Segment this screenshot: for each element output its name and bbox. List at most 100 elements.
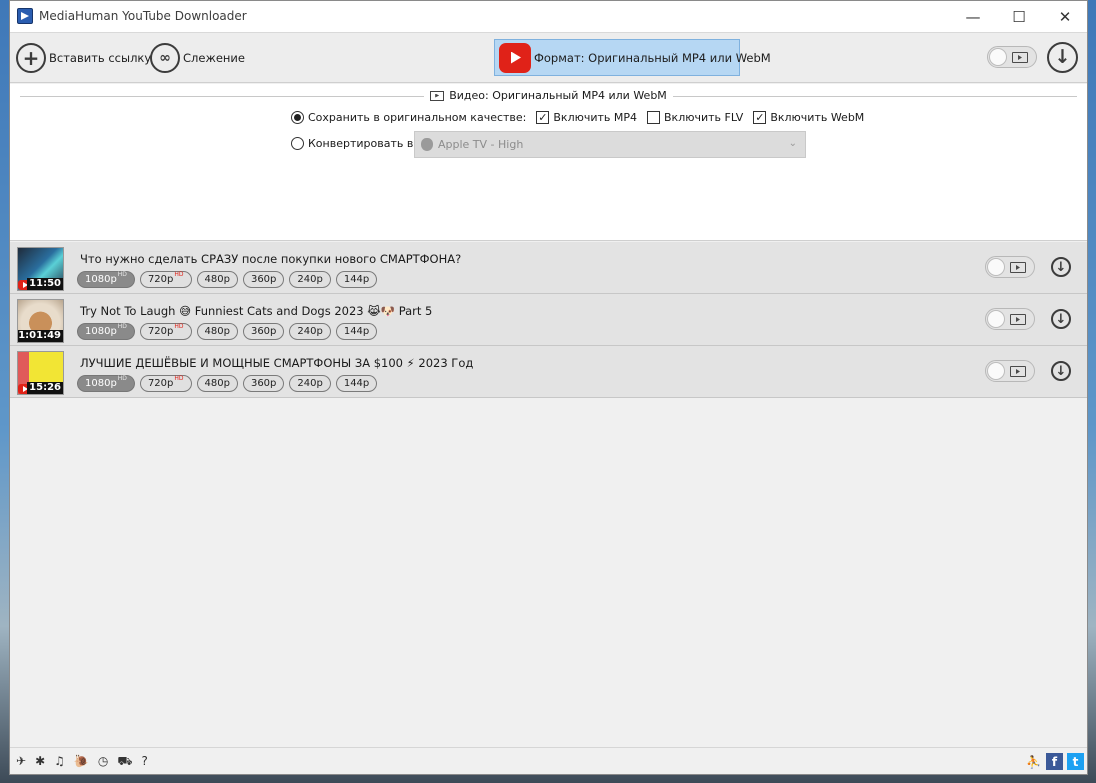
minimize-button[interactable]: — [950, 1, 996, 32]
arrow-down-icon: ↓ [1054, 46, 1071, 68]
chevron-down-icon: ⌄ [788, 138, 797, 149]
quality-240p[interactable]: 240p [289, 375, 331, 392]
quality-label: 240p [297, 326, 323, 337]
music-note-icon[interactable]: ♫ [54, 754, 65, 770]
video-title: Try Not To Laugh 😅 Funniest Cats and Dog… [80, 304, 433, 318]
snail-icon[interactable]: 🐌 [74, 754, 89, 770]
send-icon[interactable]: ✈ [16, 754, 26, 770]
format-label: Формат: Оригинальный MP4 или WebM [534, 50, 771, 65]
video-duration: 11:50 [27, 278, 63, 290]
binoculars-icon: ∞ [150, 43, 180, 73]
download-button[interactable]: ↓ [1051, 257, 1071, 277]
clock-icon[interactable]: ◷ [98, 754, 108, 770]
quality-1080p[interactable]: 1080pHD [77, 323, 135, 340]
include-mp4-checkbox[interactable]: ✓ [536, 111, 550, 124]
twitter-icon[interactable]: t [1067, 753, 1084, 770]
download-button[interactable]: ↓ [1051, 309, 1071, 329]
paste-link-button[interactable]: + Вставить ссылку [16, 41, 151, 75]
convert-label: Конвертировать в: [308, 137, 418, 150]
video-title: Что нужно сделать СРАЗУ после покупки но… [80, 252, 462, 266]
quality-480p[interactable]: 480p [196, 375, 238, 392]
quality-144p[interactable]: 144p [335, 375, 378, 392]
quality-480p[interactable]: 480p [196, 323, 238, 340]
close-button[interactable]: ✕ [1042, 1, 1088, 32]
video-list-item[interactable]: 1:01:49 Try Not To Laugh 😅 Funniest Cats… [10, 294, 1087, 346]
quality-label: 1080p [85, 326, 117, 337]
hd-badge: HD [117, 271, 127, 278]
quality-label: 480p [204, 378, 230, 389]
quality-240p[interactable]: 240p [289, 323, 331, 340]
plus-icon: + [16, 43, 46, 73]
quality-1080p[interactable]: 1080pHD [77, 375, 135, 392]
convert-radio[interactable] [291, 137, 304, 150]
quality-1080p[interactable]: 1080pHD [77, 271, 135, 288]
quality-label: 240p [297, 274, 323, 285]
video-thumbnail: 1:01:49 [17, 299, 64, 343]
toggle-knob [987, 258, 1005, 276]
hd-badge: HD [117, 375, 127, 382]
download-all-button[interactable]: ↓ [1047, 42, 1078, 73]
video-only-toggle[interactable] [985, 256, 1035, 278]
download-button[interactable]: ↓ [1051, 361, 1071, 381]
tracking-label: Слежение [183, 51, 245, 65]
include-webm-label: Включить WebM [770, 111, 865, 124]
tracking-button[interactable]: ∞ Слежение [150, 41, 245, 75]
user-icon[interactable]: ⛹ [1025, 753, 1042, 770]
video-duration: 15:26 [27, 382, 63, 394]
toggle-knob [989, 48, 1007, 66]
quality-options: 1080pHD 720pHD 480p 360p 240p 144p [77, 323, 378, 340]
video-duration: 1:01:49 [18, 330, 63, 342]
quality-label: 144p [343, 378, 370, 389]
convert-preset-value: Apple TV - High [438, 138, 524, 151]
quality-480p[interactable]: 480p [196, 271, 238, 288]
quality-720p[interactable]: 720pHD [139, 375, 192, 392]
convert-preset-select[interactable]: Apple TV - High ⌄ [414, 131, 806, 158]
video-only-toggle[interactable] [985, 360, 1035, 382]
save-original-radio[interactable] [291, 111, 304, 124]
video-only-toggle[interactable] [985, 308, 1035, 330]
quality-720p[interactable]: 720pHD [139, 323, 192, 340]
video-list-item[interactable]: 15:26 ЛУЧШИЕ ДЕШЁВЫЕ И МОЩНЫЕ СМАРТФОНЫ … [10, 346, 1087, 398]
film-icon [1010, 366, 1026, 377]
quality-144p[interactable]: 144p [335, 323, 378, 340]
quality-label: 480p [204, 326, 230, 337]
film-icon [1010, 262, 1026, 273]
format-settings-panel: Видео: Оригинальный MP4 или WebM Сохрани… [10, 84, 1087, 241]
arrow-down-icon: ↓ [1055, 363, 1067, 379]
maximize-button[interactable]: ☐ [996, 1, 1042, 32]
include-flv-label: Включить FLV [664, 111, 744, 124]
facebook-icon[interactable]: f [1046, 753, 1063, 770]
quality-144p[interactable]: 144p [335, 271, 378, 288]
format-button[interactable]: Формат: Оригинальный MP4 или WebM [494, 39, 771, 76]
window-title: MediaHuman YouTube Downloader [39, 9, 247, 23]
quality-label: 360p [250, 326, 277, 337]
quality-240p[interactable]: 240p [289, 271, 331, 288]
gear-icon[interactable]: ✱ [35, 754, 45, 770]
section-header-inner: Видео: Оригинальный MP4 или WebM [424, 89, 673, 102]
video-list-item[interactable]: 11:50 Что нужно сделать СРАЗУ после поку… [10, 242, 1087, 294]
quality-360p[interactable]: 360p [242, 323, 285, 340]
status-bar-social: ⛹ f t [1025, 753, 1084, 770]
convert-row: Конвертировать в: [291, 137, 417, 150]
include-flv-checkbox[interactable] [647, 111, 661, 124]
hd-badge: HD [174, 271, 184, 278]
include-mp4-label: Включить MP4 [553, 111, 638, 124]
video-only-toggle[interactable] [987, 46, 1037, 68]
save-original-label: Сохранить в оригинальном качестве: [308, 111, 527, 124]
status-bar: ✈ ✱ ♫ 🐌 ◷ ⛟ ? ⛹ f t [10, 747, 1087, 774]
quality-label: 1080p [85, 378, 117, 389]
video-list: 11:50 Что нужно сделать СРАЗУ после поку… [10, 242, 1087, 398]
quality-720p[interactable]: 720pHD [139, 271, 192, 288]
quality-options: 1080pHD 720pHD 480p 360p 240p 144p [77, 375, 378, 392]
arrow-down-icon: ↓ [1055, 259, 1067, 275]
quality-360p[interactable]: 360p [242, 375, 285, 392]
app-window: MediaHuman YouTube Downloader — ☐ ✕ + Вс… [9, 0, 1088, 775]
video-thumbnail: 11:50 [17, 247, 64, 291]
quality-label: 480p [204, 274, 230, 285]
quality-360p[interactable]: 360p [242, 271, 285, 288]
include-webm-checkbox[interactable]: ✓ [753, 111, 767, 124]
film-icon [430, 90, 445, 101]
binoculars-icon[interactable]: ⛟ [117, 754, 132, 770]
help-icon[interactable]: ? [141, 754, 147, 770]
quality-options: 1080pHD 720pHD 480p 360p 240p 144p [77, 271, 378, 288]
